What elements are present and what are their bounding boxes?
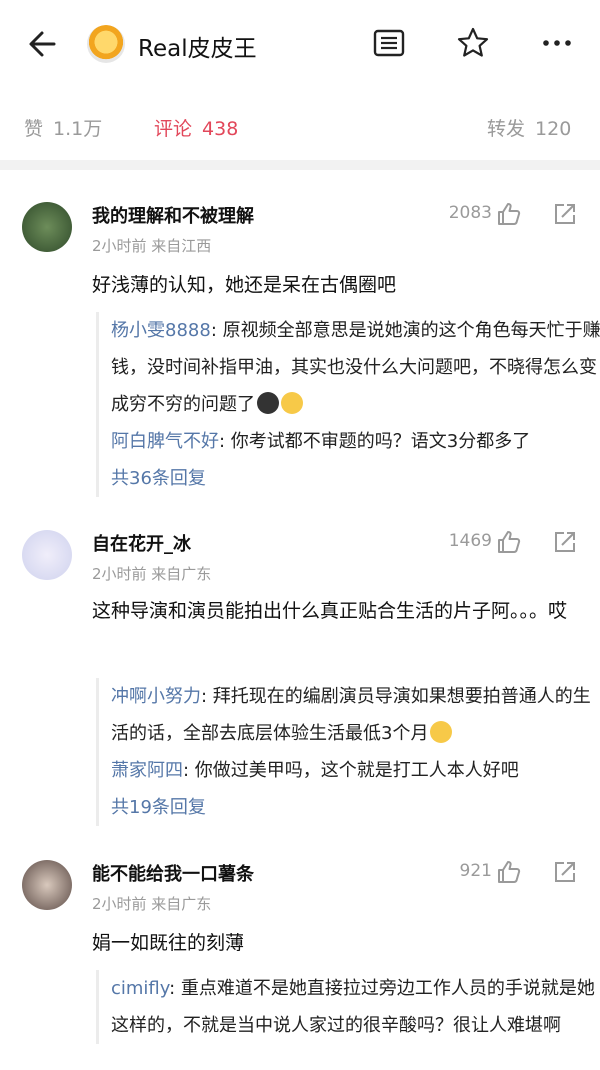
likes-label: 赞 bbox=[24, 118, 44, 140]
comment-author[interactable]: 自在花开_冰 bbox=[92, 530, 191, 556]
comments-label: 评论 bbox=[154, 118, 193, 140]
reply-item: 杨小雯8888: 原视频全部意思是说她演的这个角色每天忙于赚钱，没时间补指甲油，… bbox=[111, 312, 600, 423]
more-replies-link[interactable]: 共36条回复 bbox=[111, 460, 600, 497]
like-count: 1469 bbox=[448, 531, 492, 551]
share-icon[interactable] bbox=[552, 859, 578, 885]
article-icon[interactable] bbox=[372, 26, 406, 60]
comment-text: 娟一如既往的刻薄 bbox=[92, 932, 245, 954]
reply-text: : 你做过美甲吗，这个就是打工人本人好吧 bbox=[183, 760, 519, 781]
comment-author[interactable]: 能不能给我一口薯条 bbox=[92, 860, 254, 886]
comment-meta: 2小时前 来自广东 bbox=[92, 565, 212, 583]
comment-author[interactable]: 我的理解和不被理解 bbox=[92, 202, 254, 228]
stats-bar: 赞 1.1万 评论 438 转发 120 bbox=[0, 100, 600, 152]
tab-reposts[interactable]: 转发 120 bbox=[487, 114, 571, 141]
sweat-emoji-icon bbox=[430, 721, 453, 743]
avatar[interactable] bbox=[22, 860, 72, 910]
share-icon[interactable] bbox=[552, 529, 578, 555]
back-arrow-icon[interactable] bbox=[24, 24, 64, 64]
reply-author[interactable]: 萧家阿四 bbox=[111, 760, 183, 781]
thumb-up-icon[interactable] bbox=[496, 859, 522, 885]
divider bbox=[0, 160, 600, 170]
avatar[interactable] bbox=[22, 202, 72, 252]
thumb-up-icon[interactable] bbox=[496, 529, 522, 555]
likes-count: 1.1万 bbox=[53, 118, 103, 140]
reply-author[interactable]: 杨小雯8888 bbox=[111, 320, 211, 341]
comment-meta: 2小时前 来自江西 bbox=[92, 237, 212, 255]
reply-text: : 重点难道不是她直接拉过旁边工作人员的手说就是她这样的，不就是当中说人家过的很… bbox=[111, 978, 595, 1036]
more-options-icon[interactable] bbox=[540, 26, 574, 60]
reply-author[interactable]: 冲啊小努力 bbox=[111, 686, 201, 707]
comments-count: 438 bbox=[202, 118, 239, 140]
comment-meta: 2小时前 来自广东 bbox=[92, 895, 212, 913]
top-bar: Real皮皮王 bbox=[0, 0, 600, 88]
reply-author[interactable]: 阿白脾气不好 bbox=[111, 431, 219, 452]
tab-likes[interactable]: 赞 1.1万 bbox=[24, 114, 102, 141]
reply-box[interactable]: 杨小雯8888: 原视频全部意思是说她演的这个角色每天忙于赚钱，没时间补指甲油，… bbox=[96, 312, 600, 497]
reply-item: 阿白脾气不好: 你考试都不审题的吗？语文3分都多了 bbox=[111, 423, 600, 460]
share-icon[interactable] bbox=[552, 201, 578, 227]
like-count: 2083 bbox=[448, 203, 492, 223]
tab-comments[interactable]: 评论 438 bbox=[154, 114, 238, 141]
thumb-up-icon[interactable] bbox=[496, 201, 522, 227]
comment-text: 好浅薄的认知，她还是呆在古偶圈吧 bbox=[92, 274, 397, 296]
like-count: 921 bbox=[459, 861, 492, 881]
avatar[interactable] bbox=[22, 530, 72, 580]
comment-text: 这种导演和演员能拍出什么真正贴合生活的片子阿。。。哎 bbox=[92, 600, 568, 622]
emoji-icon bbox=[257, 392, 279, 414]
laugh-cry-emoji-icon bbox=[281, 392, 303, 414]
reposts-label: 转发 bbox=[487, 118, 526, 140]
star-icon[interactable] bbox=[456, 26, 490, 60]
reply-text: : 你考试都不审题的吗？语文3分都多了 bbox=[219, 431, 531, 452]
page-title: Real皮皮王 bbox=[138, 36, 257, 62]
reply-box[interactable]: 冲啊小努力: 拜托现在的编剧演员导演如果想要拍普通人的生活的话，全部去底层体验生… bbox=[96, 678, 600, 826]
reply-item: cimifly: 重点难道不是她直接拉过旁边工作人员的手说就是她这样的，不就是当… bbox=[111, 970, 600, 1044]
reply-box[interactable]: cimifly: 重点难道不是她直接拉过旁边工作人员的手说就是她这样的，不就是当… bbox=[96, 970, 600, 1044]
reply-item: 萧家阿四: 你做过美甲吗，这个就是打工人本人好吧 bbox=[111, 752, 600, 789]
more-replies-link[interactable]: 共19条回复 bbox=[111, 789, 600, 826]
reply-item: 冲啊小努力: 拜托现在的编剧演员导演如果想要拍普通人的生活的话，全部去底层体验生… bbox=[111, 678, 600, 752]
author-avatar[interactable] bbox=[87, 25, 125, 63]
reply-author[interactable]: cimifly bbox=[111, 978, 169, 999]
reposts-count: 120 bbox=[535, 118, 572, 140]
